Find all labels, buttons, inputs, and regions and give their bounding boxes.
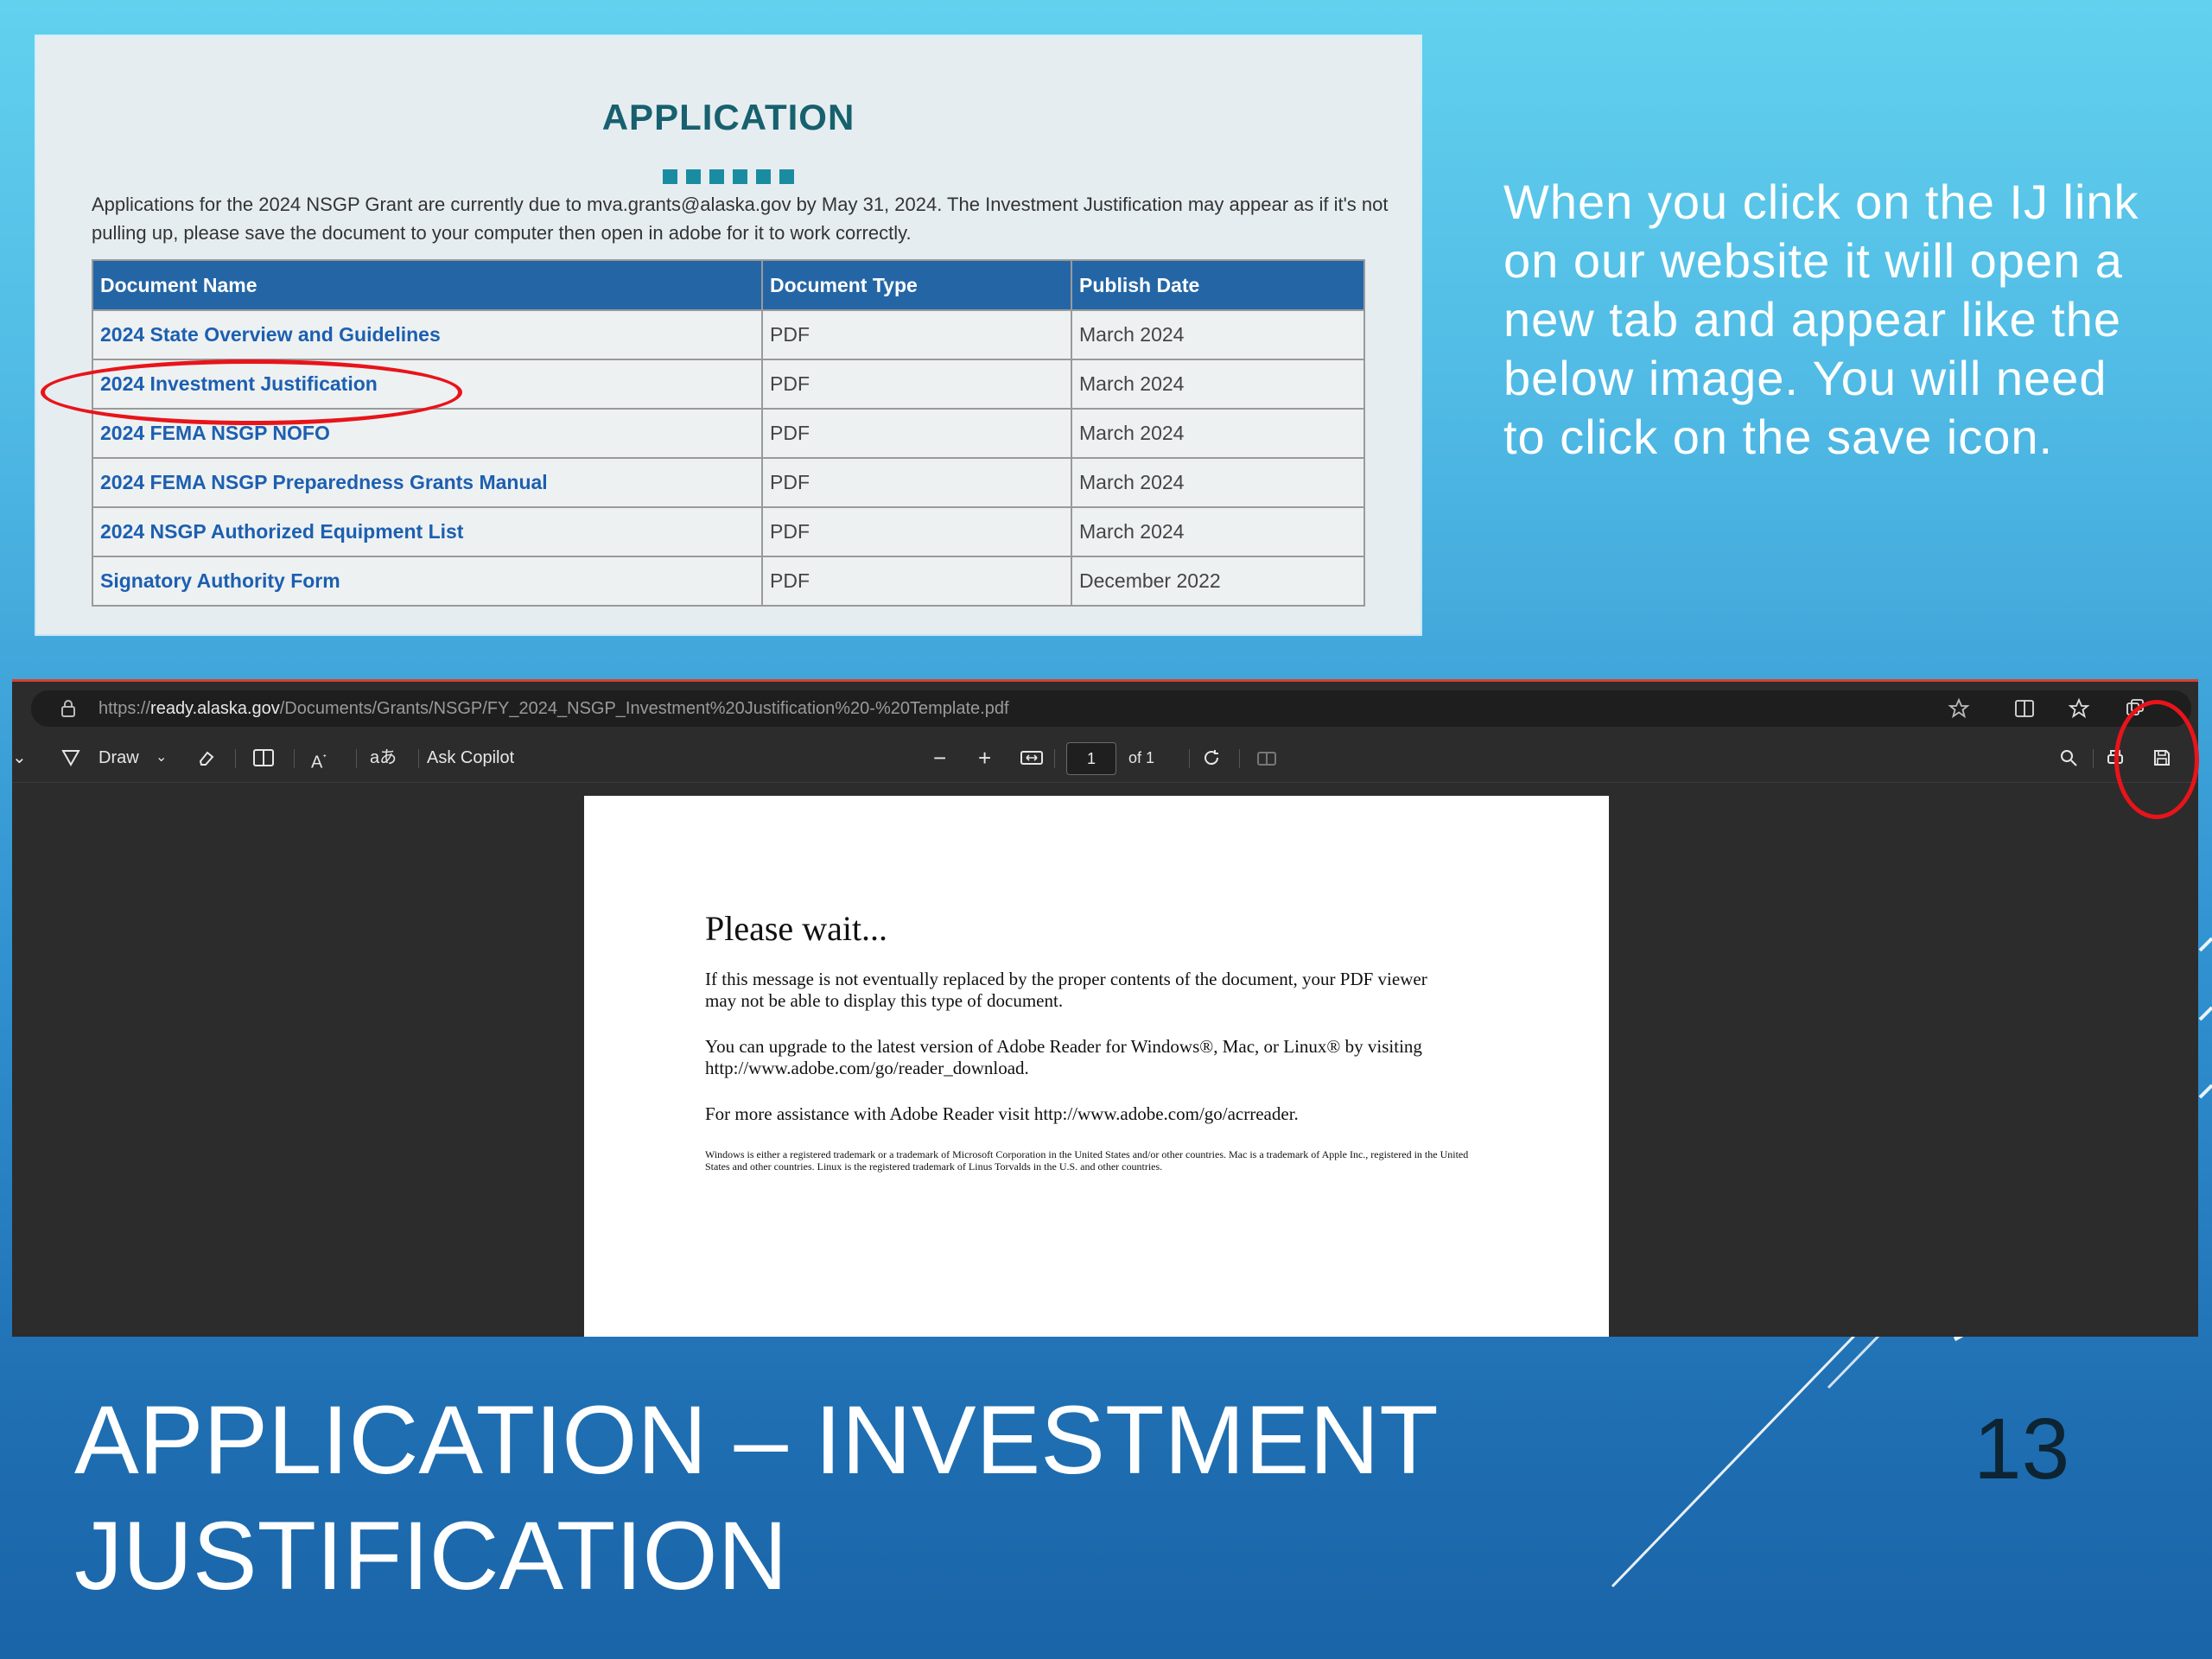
search-icon[interactable] — [2058, 747, 2079, 768]
address-bar[interactable]: https://ready.alaska.gov/Documents/Grant… — [31, 690, 2191, 727]
highlight-circle-save-icon — [2114, 700, 2199, 819]
publish-date: March 2024 — [1071, 309, 1365, 360]
browser-window: https://ready.alaska.gov/Documents/Grant… — [12, 679, 2198, 1337]
slide-title-line-2: JUSTIFICATION — [74, 1502, 788, 1610]
split-screen-icon[interactable] — [2013, 697, 2036, 720]
slide-number: 13 — [1974, 1401, 2070, 1497]
two-page-view-icon[interactable] — [1256, 749, 1277, 768]
ask-copilot-button[interactable]: Ask Copilot — [427, 734, 514, 782]
document-type: PDF — [761, 457, 1072, 508]
page-number-input[interactable]: 1 — [1066, 742, 1116, 775]
documents-table: Document Name Document Type Publish Date… — [92, 259, 1365, 607]
slide-title-line-1: APPLICATION – INVESTMENT — [74, 1386, 1439, 1494]
publish-date: March 2024 — [1071, 408, 1365, 459]
document-type: PDF — [761, 506, 1072, 557]
application-heading: APPLICATION — [601, 97, 855, 137]
publish-date: March 2024 — [1071, 359, 1365, 410]
table-row: 2024 NSGP Authorized Equipment List PDF … — [92, 506, 1365, 557]
document-link[interactable]: Signatory Authority Form — [92, 556, 763, 607]
eraser-icon[interactable] — [195, 747, 216, 768]
table-row: Signatory Authority Form PDF December 20… — [92, 556, 1365, 607]
pdf-toolbar: ⌄ Draw ⌄ Aᐩ aあ Ask Copilot − + 1 of 1 — [12, 734, 2198, 783]
header-document-type: Document Type — [761, 259, 1072, 311]
pdf-page: Please wait... If this message is not ev… — [584, 796, 1609, 1337]
instructions-text: When you click on the IJ link on our web… — [1503, 175, 2139, 464]
page-view-icon[interactable] — [252, 747, 275, 768]
header-publish-date: Publish Date — [1071, 259, 1365, 311]
pdf-paragraph-1: If this message is not eventually replac… — [705, 969, 1427, 1011]
read-aloud-icon[interactable]: Aᐩ — [311, 734, 327, 782]
highlight-circle-ij-link — [41, 359, 462, 425]
document-type: PDF — [761, 359, 1072, 410]
header-document-name: Document Name — [92, 259, 763, 311]
favorites-icon[interactable] — [2069, 697, 2091, 720]
translate-icon[interactable]: aあ — [370, 734, 397, 782]
table-header-row: Document Name Document Type Publish Date — [92, 259, 1365, 311]
page-total: of 1 — [1128, 749, 1155, 766]
zoom-in-icon[interactable]: + — [978, 734, 991, 782]
table-row: 2024 FEMA NSGP Preparedness Grants Manua… — [92, 457, 1365, 508]
draw-button[interactable]: Draw — [99, 734, 139, 782]
application-panel: APPLICATION Applications for the 2024 NS… — [36, 36, 1421, 634]
draw-chevron-down-icon[interactable]: ⌄ — [156, 734, 167, 782]
publish-date: December 2022 — [1071, 556, 1365, 607]
lock-icon — [61, 700, 75, 717]
document-link[interactable]: 2024 FEMA NSGP Preparedness Grants Manua… — [92, 457, 763, 508]
rotate-icon[interactable] — [1201, 747, 1222, 768]
document-link[interactable]: 2024 NSGP Authorized Equipment List — [92, 506, 763, 557]
pdf-footnote: Windows is either a registered trademark… — [705, 1148, 1469, 1173]
publish-date: March 2024 — [1071, 457, 1365, 508]
zoom-out-icon[interactable]: − — [933, 734, 946, 782]
document-link[interactable]: 2024 State Overview and Guidelines — [92, 309, 763, 360]
slide-title: APPLICATION – INVESTMENT JUSTIFICATION — [74, 1382, 1543, 1614]
fit-to-page-icon[interactable] — [1020, 747, 1044, 768]
draw-pen-icon[interactable] — [60, 747, 81, 768]
url-text[interactable]: https://ready.alaska.gov/Documents/Grant… — [99, 690, 1009, 727]
pdf-title: Please wait... — [705, 909, 888, 948]
favorite-star-icon[interactable] — [1948, 697, 1970, 720]
application-intro: Applications for the 2024 NSGP Grant are… — [92, 194, 1389, 244]
publish-date: March 2024 — [1071, 506, 1365, 557]
document-type: PDF — [761, 408, 1072, 459]
chevron-down-icon[interactable]: ⌄ — [12, 734, 27, 782]
heading-divider — [36, 169, 1421, 184]
table-row: 2024 State Overview and Guidelines PDF M… — [92, 309, 1365, 360]
document-type: PDF — [761, 309, 1072, 360]
pdf-paragraph-2: You can upgrade to the latest version of… — [705, 1036, 1422, 1078]
pdf-paragraph-3: For more assistance with Adobe Reader vi… — [705, 1103, 1299, 1124]
document-type: PDF — [761, 556, 1072, 607]
